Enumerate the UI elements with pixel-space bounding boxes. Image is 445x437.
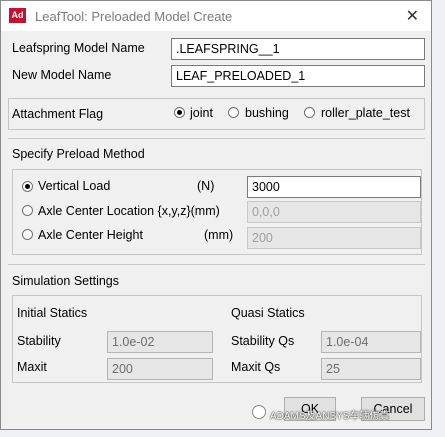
attachment-bushing-label[interactable]: bushing [245, 106, 289, 120]
stability-field[interactable]: 1.0e-02 [107, 331, 213, 353]
vertical-load-field[interactable]: 3000 [247, 176, 421, 198]
attachment-roller-plate-radio[interactable] [304, 107, 315, 118]
preload-separator [8, 138, 425, 139]
watermark-icon [252, 405, 266, 419]
maxit-label: Maxit [17, 360, 47, 374]
vertical-load-radio[interactable] [22, 181, 33, 192]
axle-location-label[interactable]: Axle Center Location {x,y,z}(mm) [38, 204, 220, 218]
stability-label: Stability [17, 334, 61, 348]
attachment-bushing-radio[interactable] [228, 107, 239, 118]
quasi-statics-title: Quasi Statics [231, 306, 305, 320]
background-app-strip-right [432, 0, 445, 437]
axle-height-radio[interactable] [22, 229, 33, 240]
dialog-window: Ad LeafTool: Preloaded Model Create ✕ Le… [0, 0, 432, 430]
maxit-qs-field[interactable]: 25 [321, 358, 421, 380]
axle-height-unit: (mm) [204, 228, 234, 242]
attachment-flag-label: Attachment Flag [12, 107, 104, 121]
leafspring-model-field[interactable]: .LEAFSPRING__1 [171, 38, 425, 60]
stability-qs-field[interactable]: 1.0e-04 [321, 331, 421, 353]
adams-app-icon: Ad [9, 8, 26, 23]
maxit-qs-label: Maxit Qs [231, 360, 281, 374]
simulation-section-title: Simulation Settings [12, 274, 120, 288]
title-bar: Ad LeafTool: Preloaded Model Create ✕ [1, 1, 431, 31]
maxit-field[interactable]: 200 [107, 358, 213, 380]
axle-height-field: 200 [247, 227, 421, 249]
leafspring-model-label: Leafspring Model Name [12, 41, 145, 55]
axle-location-radio[interactable] [22, 205, 33, 216]
axle-location-field: 0,0,0 [247, 201, 421, 223]
stability-qs-label: Stability Qs [231, 334, 295, 348]
background-app-strip-bottom [0, 430, 445, 437]
vertical-load-unit: (N) [197, 179, 215, 193]
close-icon[interactable]: ✕ [406, 6, 419, 26]
preload-section-title: Specify Preload Method [12, 147, 145, 161]
attachment-joint-label[interactable]: joint [190, 106, 213, 120]
window-title: LeafTool: Preloaded Model Create [35, 9, 233, 24]
initial-statics-title: Initial Statics [17, 306, 88, 320]
vertical-load-label[interactable]: Vertical Load [38, 179, 110, 193]
new-model-label: New Model Name [12, 68, 112, 82]
new-model-field[interactable]: LEAF_PRELOADED_1 [171, 65, 425, 87]
attachment-joint-radio[interactable] [174, 107, 185, 118]
attachment-roller-plate-label[interactable]: roller_plate_test [321, 106, 410, 120]
axle-height-label[interactable]: Axle Center Height [38, 228, 143, 242]
watermark-text: ADAMS及ANSYS车辆仿真 [270, 411, 390, 422]
simulation-separator [8, 264, 425, 265]
